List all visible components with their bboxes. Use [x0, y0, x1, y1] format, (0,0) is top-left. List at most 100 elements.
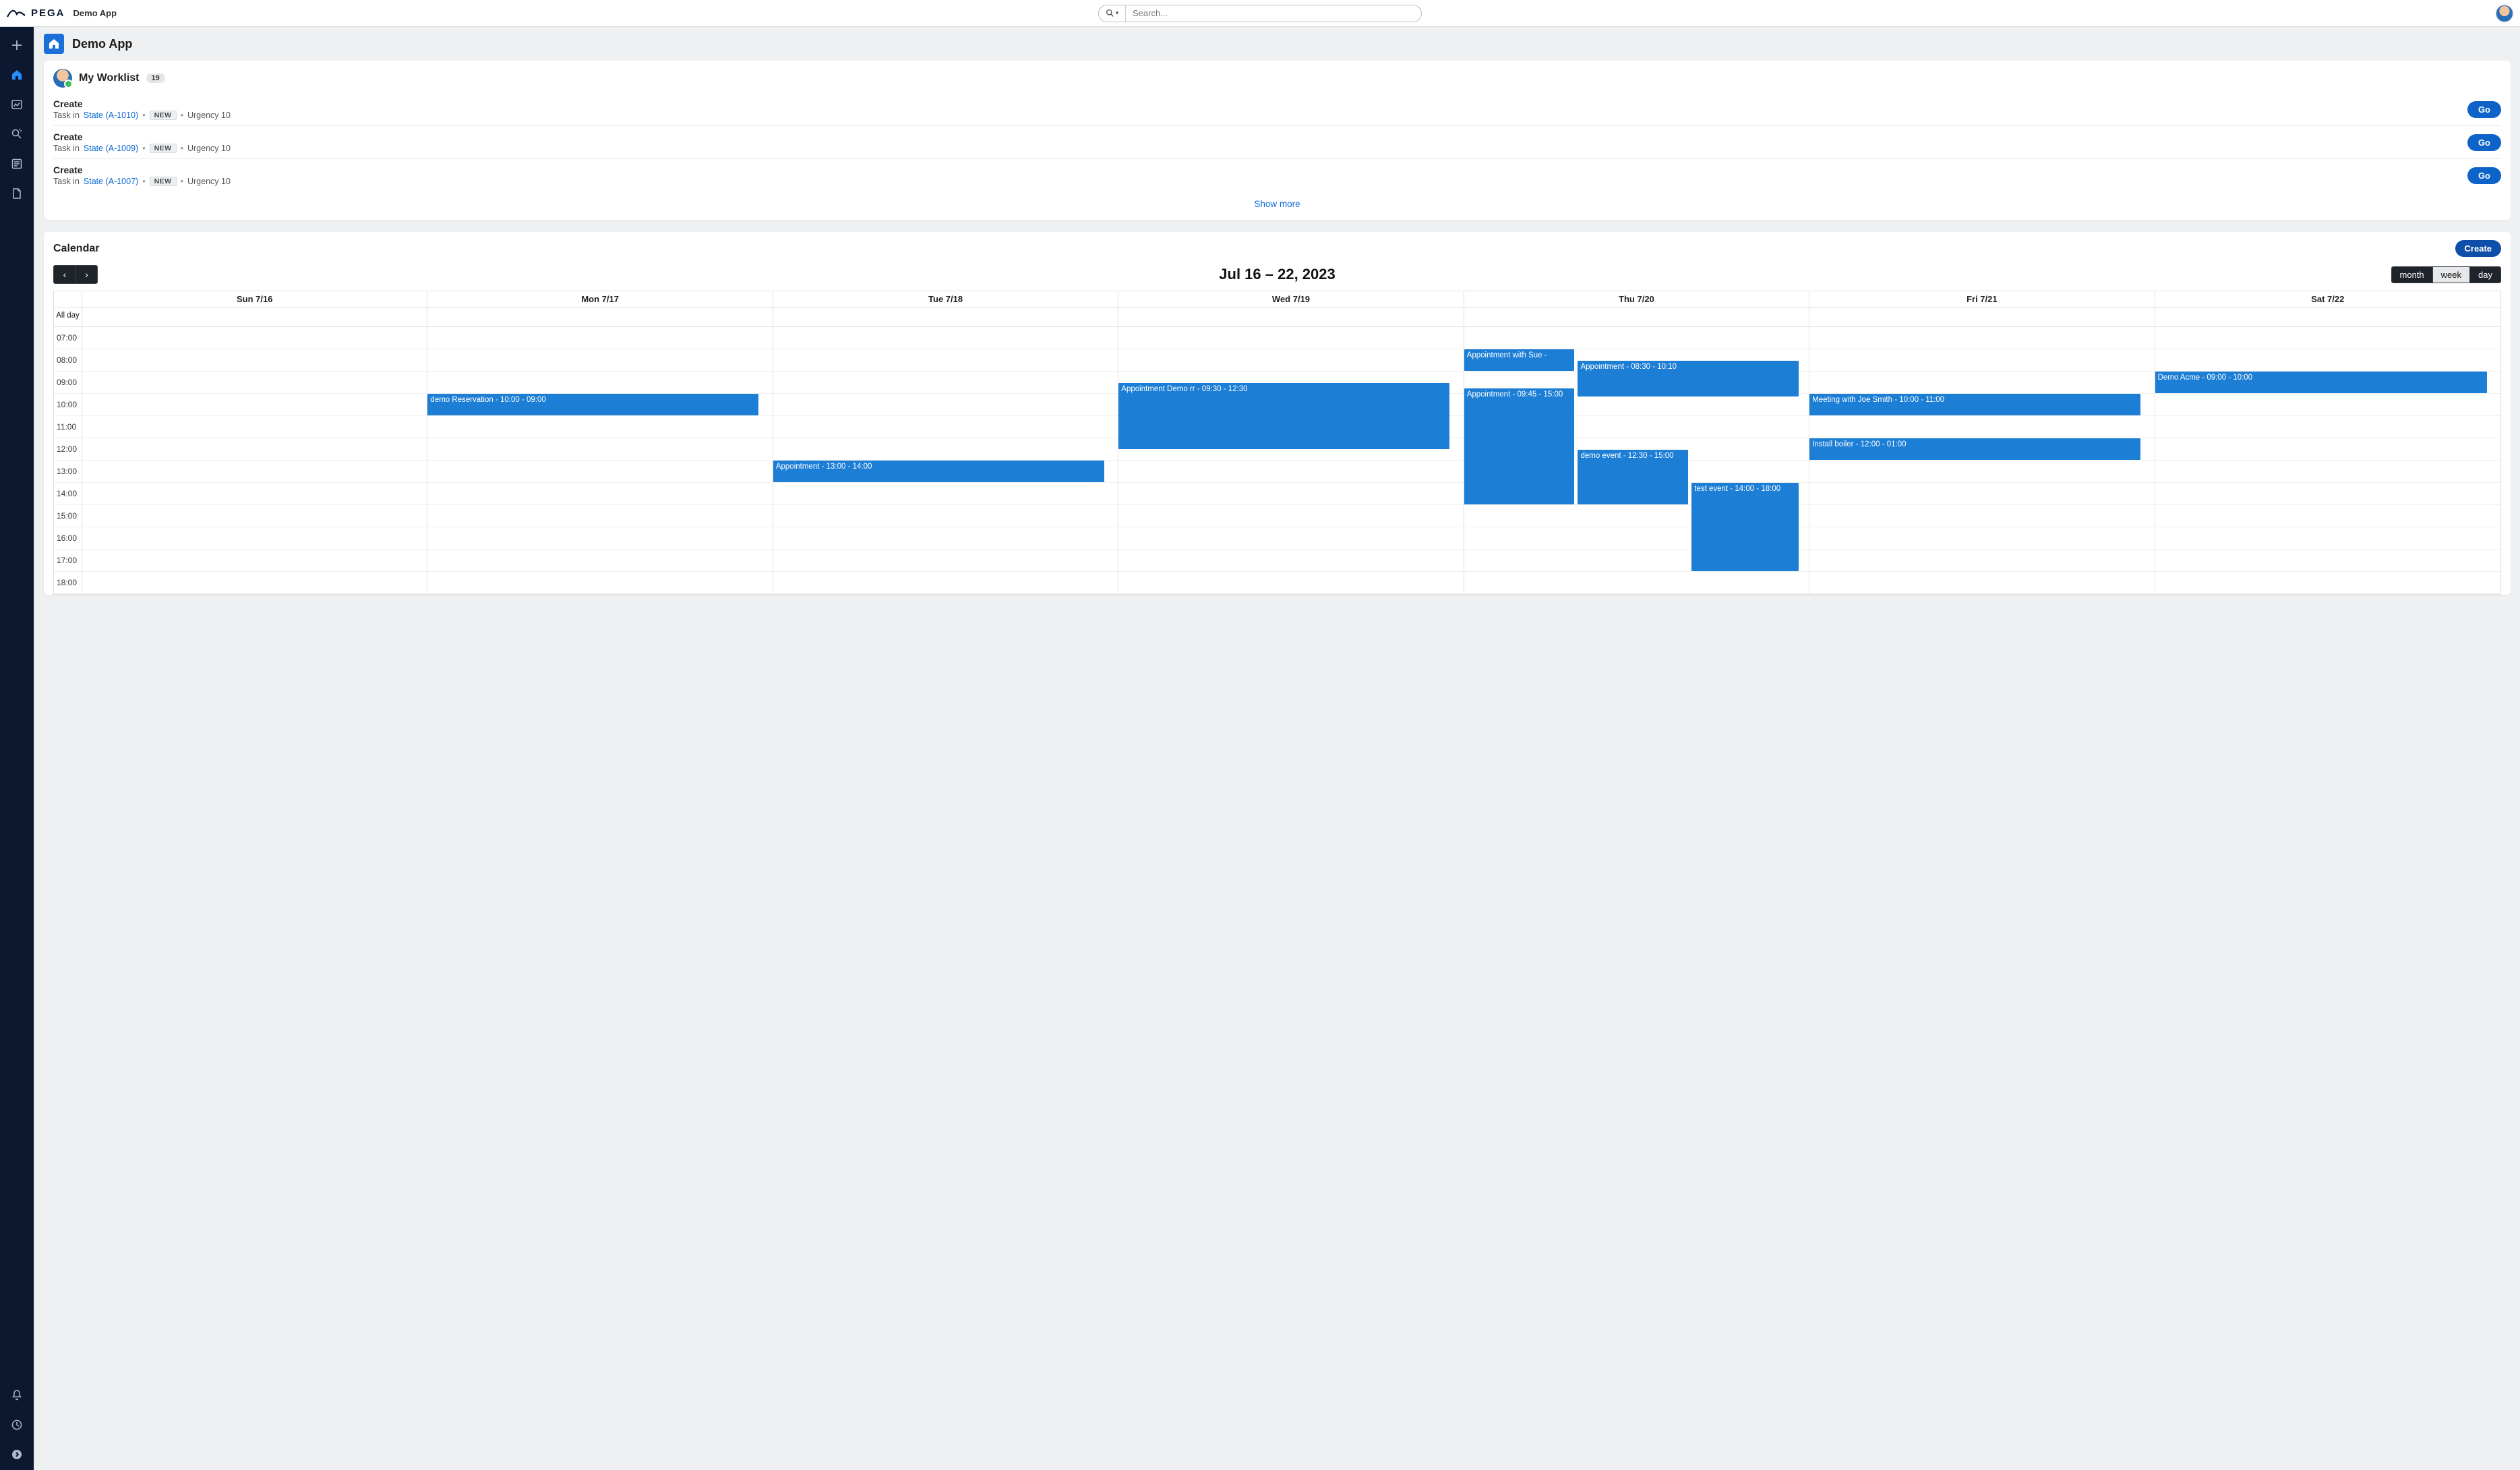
calendar-slot[interactable] [773, 372, 1118, 394]
search-input[interactable] [1126, 5, 1421, 22]
allday-cell[interactable] [427, 307, 773, 326]
calendar-day-column[interactable]: Appointment with Sue - Appointment - 08:… [1464, 327, 1809, 594]
calendar-event[interactable]: demo Reservation - 10:00 - 09:00 [427, 394, 758, 415]
task-case-link[interactable]: State (A-1010) [84, 111, 138, 120]
calendar-slot[interactable] [427, 416, 772, 438]
calendar-slot[interactable] [1809, 550, 2154, 572]
calendar-slot[interactable] [1118, 483, 1463, 505]
calendar-slot[interactable] [1809, 527, 2154, 550]
calendar-slot[interactable] [1809, 349, 2154, 372]
calendar-slot[interactable] [427, 527, 772, 550]
worklist-show-more[interactable]: Show more [53, 192, 2501, 220]
calendar-event[interactable]: Appointment with Sue - [1464, 349, 1575, 371]
calendar-slot[interactable] [2155, 572, 2500, 594]
calendar-slot[interactable] [1809, 372, 2154, 394]
calendar-day-column[interactable]: Meeting with Joe Smith - 10:00 - 11:00 In… [1809, 327, 2155, 594]
calendar-slot[interactable] [2155, 483, 2500, 505]
calendar-next-button[interactable]: › [76, 266, 97, 283]
calendar-prev-button[interactable]: ‹ [54, 266, 76, 283]
calendar-slot[interactable] [1464, 572, 1809, 594]
calendar-slot[interactable] [82, 394, 427, 416]
calendar-slot[interactable] [1118, 505, 1463, 527]
calendar-slot[interactable] [82, 527, 427, 550]
search-scope-button[interactable]: ▾ [1099, 5, 1126, 22]
calendar-event[interactable]: Install boiler - 12:00 - 01:00 [1809, 438, 2140, 460]
calendar-slot[interactable] [2155, 394, 2500, 416]
rail-home-button[interactable] [5, 63, 28, 86]
calendar-slot[interactable] [773, 527, 1118, 550]
show-more-link[interactable]: Show more [1254, 199, 1300, 209]
view-month-button[interactable]: month [2392, 267, 2432, 283]
rail-dashboard-button[interactable] [5, 93, 28, 116]
breadcrumb-home-icon[interactable] [44, 34, 64, 54]
user-avatar[interactable] [2496, 5, 2513, 22]
calendar-slot[interactable] [427, 550, 772, 572]
calendar-slot[interactable] [2155, 527, 2500, 550]
calendar-slot[interactable] [2155, 550, 2500, 572]
task-case-link[interactable]: State (A-1009) [84, 144, 138, 153]
calendar-event[interactable]: Appointment - 13:00 - 14:00 [773, 461, 1104, 482]
calendar-slot[interactable] [773, 572, 1118, 594]
calendar-event[interactable]: demo event - 12:30 - 15:00 [1578, 450, 1688, 505]
calendar-event[interactable]: Appointment Demo rr - 09:30 - 12:30 [1118, 383, 1449, 449]
calendar-slot[interactable] [427, 572, 772, 594]
calendar-event[interactable]: Appointment - 08:30 - 10:10 [1578, 361, 1798, 397]
calendar-slot[interactable] [773, 505, 1118, 527]
rail-expand-button[interactable] [5, 1443, 28, 1466]
calendar-create-button[interactable]: Create [2455, 240, 2501, 257]
calendar-slot[interactable] [2155, 349, 2500, 372]
rail-explore-button[interactable] [5, 123, 28, 146]
rail-create-button[interactable] [5, 34, 28, 57]
calendar-slot[interactable] [1118, 327, 1463, 349]
calendar-slot[interactable] [427, 461, 772, 483]
calendar-slot[interactable] [427, 349, 772, 372]
rail-documents-button[interactable] [5, 182, 28, 205]
calendar-day-column[interactable]: demo Reservation - 10:00 - 09:00 [427, 327, 773, 594]
calendar-slot[interactable] [82, 572, 427, 594]
calendar-slot[interactable] [773, 327, 1118, 349]
calendar-slot[interactable] [427, 483, 772, 505]
task-go-button[interactable]: Go [2467, 101, 2501, 118]
calendar-day-column[interactable]: Demo Acme - 09:00 - 10:00 [2155, 327, 2500, 594]
calendar-slot[interactable] [82, 483, 427, 505]
task-case-link[interactable]: State (A-1007) [84, 177, 138, 186]
calendar-slot[interactable] [1118, 461, 1463, 483]
view-day-button[interactable]: day [2469, 267, 2500, 283]
search-box[interactable]: ▾ [1098, 5, 1422, 22]
calendar-slot[interactable] [1118, 572, 1463, 594]
calendar-slot[interactable] [2155, 416, 2500, 438]
calendar-slot[interactable] [1809, 327, 2154, 349]
calendar-slot[interactable] [1809, 572, 2154, 594]
calendar-day-column[interactable] [82, 327, 427, 594]
view-week-button[interactable]: week [2432, 267, 2469, 283]
calendar-slot[interactable] [2155, 505, 2500, 527]
calendar-slot[interactable] [427, 327, 772, 349]
calendar-slot[interactable] [773, 550, 1118, 572]
calendar-slot[interactable] [82, 416, 427, 438]
calendar-event[interactable]: Demo Acme - 09:00 - 10:00 [2155, 372, 2487, 393]
calendar-slot[interactable] [2155, 438, 2500, 461]
calendar-slot[interactable] [773, 349, 1118, 372]
task-go-button[interactable]: Go [2467, 134, 2501, 151]
calendar-slot[interactable] [82, 372, 427, 394]
allday-cell[interactable] [2155, 307, 2500, 326]
calendar-slot[interactable] [1809, 505, 2154, 527]
calendar-slot[interactable] [2155, 461, 2500, 483]
calendar-slot[interactable] [773, 483, 1118, 505]
calendar-slot[interactable] [1118, 349, 1463, 372]
calendar-slot[interactable] [82, 349, 427, 372]
allday-cell[interactable] [1464, 307, 1809, 326]
calendar-slot[interactable] [773, 416, 1118, 438]
calendar-slot[interactable] [82, 461, 427, 483]
calendar-slot[interactable] [1118, 527, 1463, 550]
calendar-event[interactable]: Meeting with Joe Smith - 10:00 - 11:00 [1809, 394, 2140, 415]
calendar-day-column[interactable]: Appointment - 13:00 - 14:00 [773, 327, 1118, 594]
allday-cell[interactable] [1809, 307, 2155, 326]
calendar-slot[interactable] [82, 505, 427, 527]
calendar-slot[interactable] [1464, 327, 1809, 349]
allday-cell[interactable] [1118, 307, 1464, 326]
rail-notifications-button[interactable] [5, 1384, 28, 1407]
calendar-event[interactable]: test event - 14:00 - 18:00 [1691, 483, 1799, 571]
calendar-slot[interactable] [1809, 461, 2154, 483]
calendar-slot[interactable] [82, 327, 427, 349]
